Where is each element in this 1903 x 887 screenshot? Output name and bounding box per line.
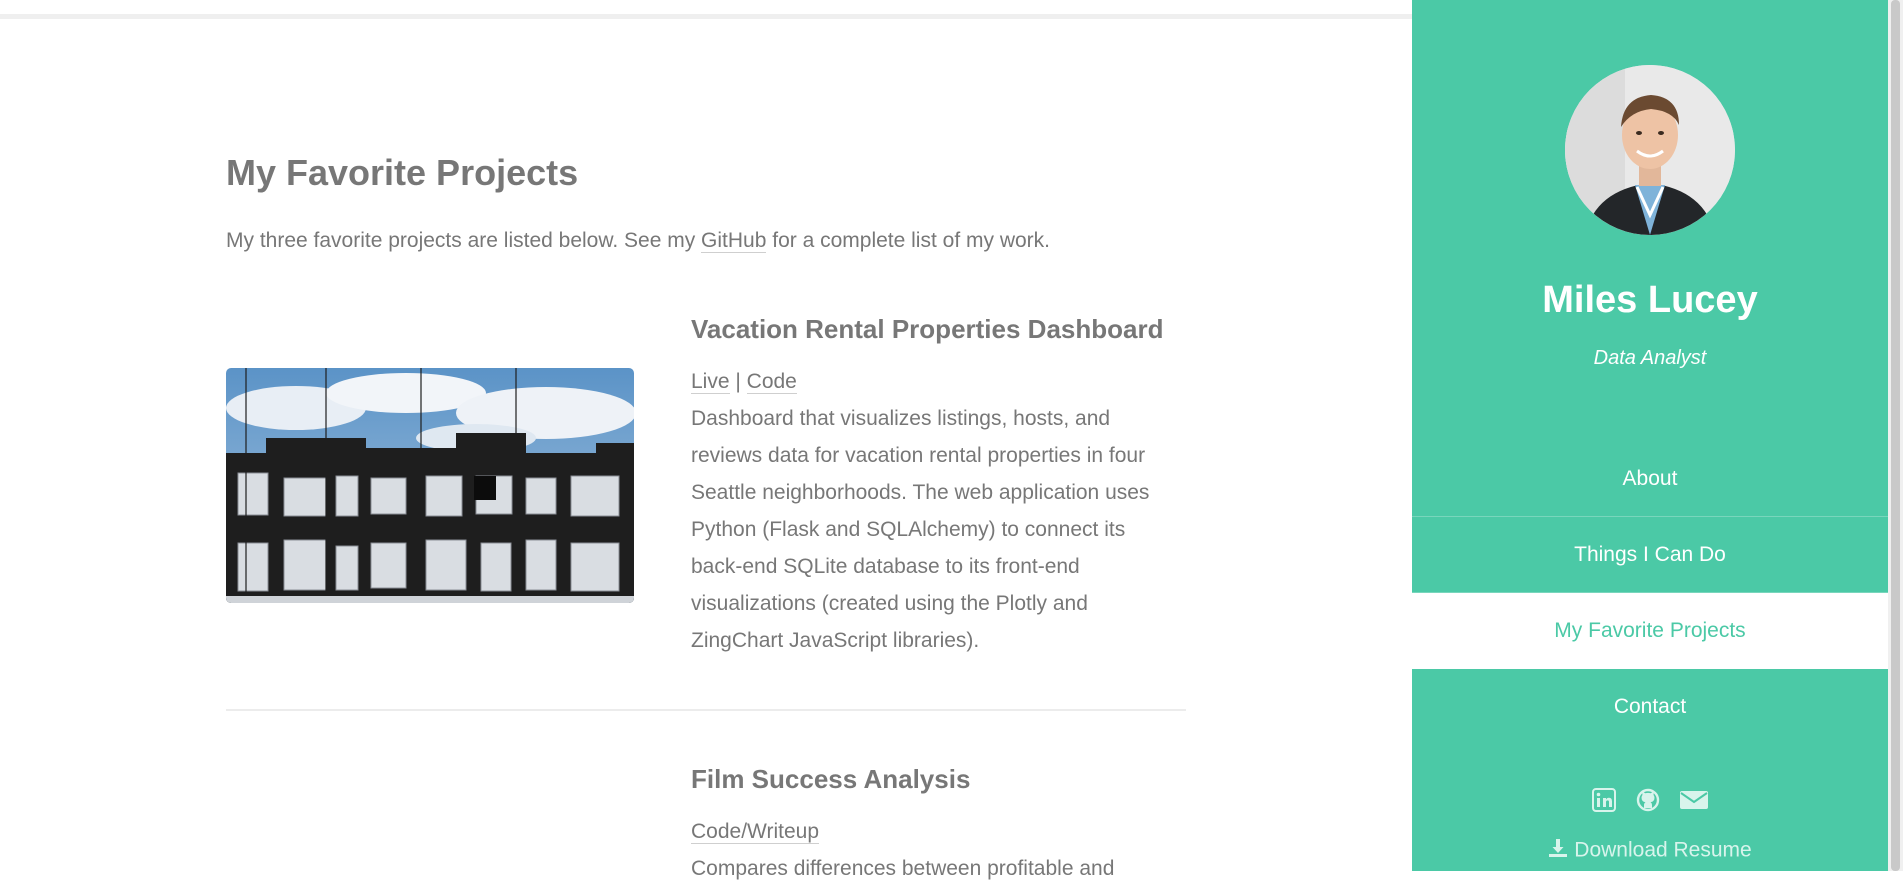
social-links xyxy=(1412,788,1888,817)
project-title: Vacation Rental Properties Dashboard xyxy=(691,314,1164,344)
live-link[interactable]: Live xyxy=(691,370,730,394)
project-image-building xyxy=(226,368,634,603)
email-icon[interactable] xyxy=(1680,789,1709,816)
project-body: Vacation Rental Properties Dashboard Liv… xyxy=(691,312,1166,659)
sidebar-nav: About Things I Can Do My Favorite Projec… xyxy=(1412,441,1888,744)
building-photo xyxy=(226,368,634,603)
sidebar: Miles Lucey Data Analyst About Things I … xyxy=(1412,0,1888,871)
profile-role: Data Analyst xyxy=(1593,347,1707,369)
code-link[interactable]: Code xyxy=(746,370,797,394)
nav-item-my-favorite-projects[interactable]: My Favorite Projects xyxy=(1412,593,1888,669)
nav-item-things-i-can-do[interactable]: Things I Can Do xyxy=(1412,517,1888,593)
scrollbar[interactable] xyxy=(1888,0,1903,871)
avatar-photo xyxy=(1565,65,1735,235)
avatar xyxy=(1565,65,1735,235)
project-body: Film Success Analysis Code/Writeup Compa… xyxy=(691,762,1166,887)
linkedin-icon[interactable] xyxy=(1591,788,1616,817)
github-icon[interactable] xyxy=(1636,788,1660,817)
code-writeup-link[interactable]: Code/Writeup xyxy=(691,820,820,844)
nav-item-about[interactable]: About xyxy=(1412,441,1888,517)
project-title: Film Success Analysis xyxy=(691,764,971,794)
main-content: My Favorite Projects My three favorite p… xyxy=(0,0,1412,880)
project-divider xyxy=(226,709,1186,711)
project-description: Compares differences between profitable … xyxy=(691,857,1115,880)
github-link[interactable]: GitHub xyxy=(701,229,767,253)
intro-text: My three favorite projects are listed be… xyxy=(226,229,1050,253)
profile-name: Miles Lucey xyxy=(1542,279,1758,321)
scrollbar-thumb[interactable] xyxy=(1891,0,1900,871)
project-links: Code/Writeup xyxy=(691,813,1166,850)
nav-item-contact[interactable]: Contact xyxy=(1412,669,1888,744)
download-resume-link[interactable]: Download Resume xyxy=(1412,838,1888,864)
download-icon xyxy=(1548,838,1568,864)
project-links: Live | Code xyxy=(691,370,797,394)
page-title: My Favorite Projects xyxy=(226,152,579,193)
project-description: Dashboard that visualizes listings, host… xyxy=(691,407,1150,652)
